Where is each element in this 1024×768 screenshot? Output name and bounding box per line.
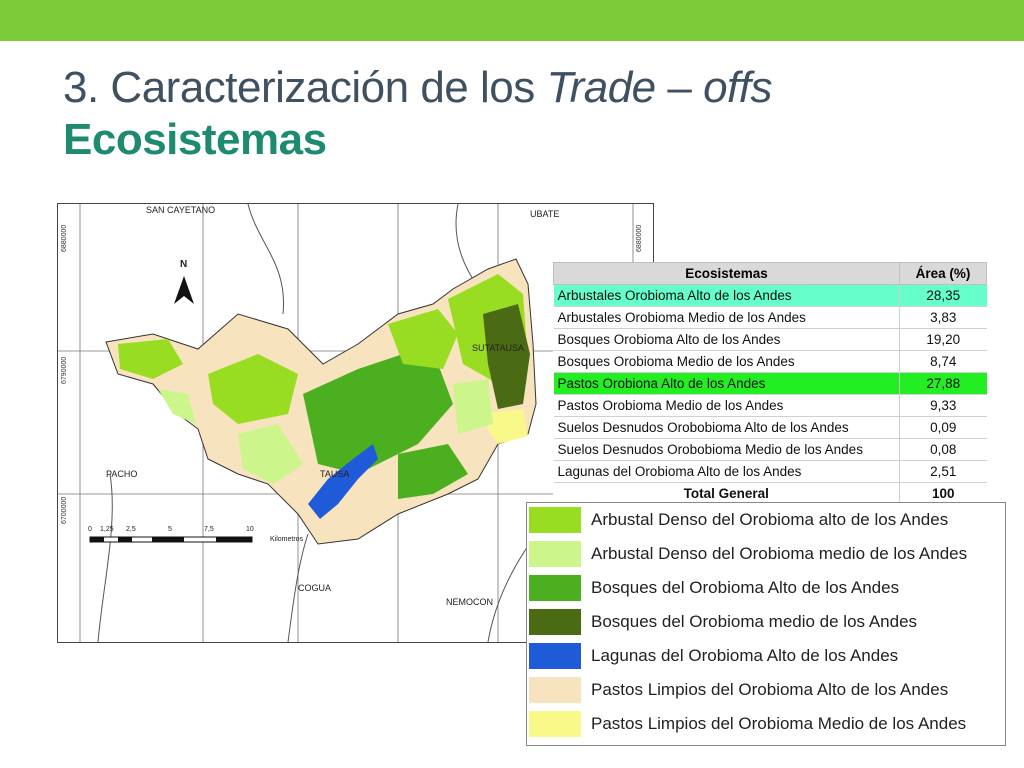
slide-subtitle: Ecosistemas: [63, 115, 327, 164]
legend-item: Arbustal Denso del Orobioma alto de los …: [529, 505, 1003, 535]
place-tausa: TAUSA: [320, 469, 350, 479]
scale-tick: 7,5: [204, 526, 214, 533]
legend-label: Lagunas del Orobioma Alto de los Andes: [591, 646, 899, 665]
table-cell-area: 28,35: [899, 284, 987, 307]
table-cell-name: Lagunas del Orobioma Alto de los Andes: [553, 460, 900, 483]
top-accent-bar: [0, 0, 1024, 41]
table-cell-area: 19,20: [899, 328, 987, 351]
table-cell-name: Arbustales Orobioma Alto de los Andes: [553, 284, 900, 307]
legend-label: Arbustal Denso del Orobioma alto de los …: [591, 510, 949, 529]
scale-bar: [89, 536, 253, 543]
place-sutatausa: SUTATAUSA: [472, 343, 525, 353]
legend-swatch: [529, 575, 581, 601]
table-cell-name: Pastos Orobiona Alto de los Andes: [553, 372, 900, 395]
table-row: Bosques Orobioma Medio de los Andes 8,74: [553, 350, 987, 373]
legend-item: Pastos Limpios del Orobioma Alto de los …: [529, 675, 1003, 705]
map-legend: Arbustal Denso del Orobioma alto de los …: [526, 502, 1006, 746]
legend-label: Bosques del Orobioma medio de los Andes: [591, 612, 918, 631]
coord-label: 6880000: [636, 224, 643, 252]
table-cell-area: 0,09: [899, 416, 987, 439]
north-label: N: [180, 259, 188, 270]
title-line: 3. Caracterización de los Trade – offs: [63, 63, 772, 112]
table-cell-name: Pastos Orobioma Medio de los Andes: [553, 394, 900, 417]
table-cell-area: 0,08: [899, 438, 987, 461]
scale-tick: 1,25: [100, 526, 114, 533]
scale-tick: 5: [168, 526, 172, 533]
table-row: Bosques Orobioma Alto de los Andes 19,20: [553, 328, 987, 351]
legend-item: Bosques del Orobioma medio de los Andes: [529, 607, 1003, 637]
place-pacho: PACHO: [106, 469, 138, 479]
place-cogua: COGUA: [298, 583, 332, 593]
coord-label: 6790000: [61, 356, 68, 384]
legend-label: Bosques del Orobioma Alto de los Andes: [591, 578, 900, 597]
ecosystem-area-table: Ecosistemas Área (%) Arbustales Orobioma…: [553, 262, 987, 505]
place-nemocon: NEMOCON: [446, 597, 493, 607]
table-row: Arbustales Orobioma Alto de los Andes 28…: [553, 284, 987, 307]
legend-label: Pastos Limpios del Orobioma Medio de los…: [591, 714, 967, 733]
table-header-area: Área (%): [899, 262, 987, 285]
table-row: Pastos Orobiona Alto de los Andes 27,88: [553, 372, 987, 395]
table-cell-area: 27,88: [899, 372, 987, 395]
place-ubate: UBATE: [530, 209, 560, 219]
legend-item: Bosques del Orobioma Alto de los Andes: [529, 573, 1003, 603]
legend-label: Arbustal Denso del Orobioma medio de los…: [591, 544, 968, 563]
table-cell-name: Bosques Orobioma Alto de los Andes: [553, 328, 900, 351]
coord-label: 6700000: [61, 496, 68, 524]
coord-label: 6880000: [61, 224, 68, 252]
table-cell-area: 8,74: [899, 350, 987, 373]
legend-swatch: [529, 677, 581, 703]
table-header-row: Ecosistemas Área (%): [553, 262, 987, 285]
legend-swatch: [529, 643, 581, 669]
table-cell-area: 9,33: [899, 394, 987, 417]
place-san-cayetano: SAN CAYETANO: [146, 205, 216, 215]
table-row: Suelos Desnudos Orobobioma Alto de los A…: [553, 416, 987, 439]
legend-swatch: [529, 711, 581, 737]
legend-swatch: [529, 609, 581, 635]
scale-tick: 10: [246, 526, 254, 533]
legend-item: Arbustal Denso del Orobioma medio de los…: [529, 539, 1003, 569]
table-cell-area: 2,51: [899, 460, 987, 483]
legend-item: Pastos Limpios del Orobioma Medio de los…: [529, 709, 1003, 739]
table-row: Pastos Orobioma Medio de los Andes 9,33: [553, 394, 987, 417]
scale-tick: 2,5: [126, 526, 136, 533]
table-row: Suelos Desnudos Orobobioma Medio de los …: [553, 438, 987, 461]
north-arrow-icon: [174, 276, 194, 304]
legend-swatch: [529, 507, 581, 533]
table-row: Lagunas del Orobioma Alto de los Andes 2…: [553, 460, 987, 483]
slide-title: 3. Caracterización de los Trade – offs E…: [63, 62, 772, 166]
legend-item: Lagunas del Orobioma Alto de los Andes: [529, 641, 1003, 671]
legend-swatch: [529, 541, 581, 567]
table-cell-area: 3,83: [899, 306, 987, 329]
table-cell-name: Arbustales Orobioma Medio de los Andes: [553, 306, 900, 329]
legend-label: Pastos Limpios del Orobioma Alto de los …: [591, 680, 949, 699]
scale-tick: 0: [88, 526, 92, 533]
table-header-ecosistemas: Ecosistemas: [553, 262, 900, 285]
table-cell-name: Suelos Desnudos Orobobioma Medio de los …: [553, 438, 900, 461]
table-row: Arbustales Orobioma Medio de los Andes 3…: [553, 306, 987, 329]
scale-unit-label: Kilometros: [270, 536, 304, 543]
table-cell-name: Bosques Orobioma Medio de los Andes: [553, 350, 900, 373]
table-cell-name: Suelos Desnudos Orobobioma Alto de los A…: [553, 416, 900, 439]
